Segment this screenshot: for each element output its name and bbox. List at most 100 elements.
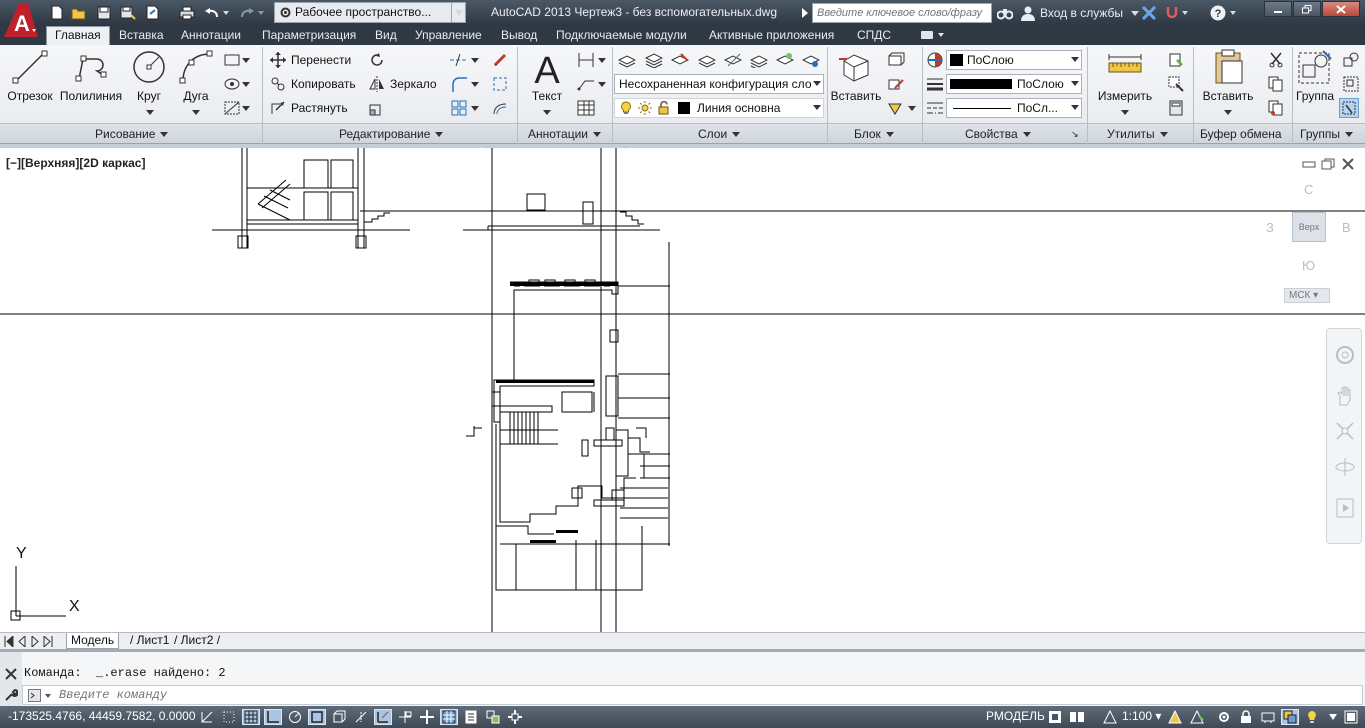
layer-properties-icon[interactable] [617, 50, 637, 70]
annotation-visibility-icon[interactable] [1166, 709, 1184, 725]
lock-ui-icon[interactable] [1237, 709, 1255, 725]
linetype-icon[interactable] [925, 98, 945, 118]
group-edit-icon[interactable] [1341, 74, 1361, 94]
edit-attributes-icon[interactable] [886, 98, 906, 118]
array-dropdown-icon[interactable] [469, 98, 481, 118]
tab-featured-apps[interactable]: Активные приложения [709, 27, 834, 45]
polar-tracking-icon[interactable] [286, 709, 304, 725]
zoom-extents-icon[interactable] [1335, 421, 1355, 444]
text-button[interactable]: A Текст [524, 47, 570, 117]
layout-tab-sheet1[interactable]: / Лист1 [126, 633, 173, 649]
panel-annotation-title[interactable]: Аннотации [528, 126, 601, 142]
paste-button[interactable]: Вставить [1198, 47, 1258, 117]
match-properties-icon[interactable] [925, 50, 945, 70]
object-snap-icon[interactable] [308, 709, 326, 725]
circle-button[interactable]: Круг [126, 47, 172, 117]
tab-plugins[interactable]: Подключаемые модули [556, 27, 687, 45]
first-layout-icon[interactable] [4, 636, 14, 647]
trim-dropdown-icon[interactable] [469, 50, 481, 70]
quick-access-dropdown-icon[interactable] [452, 4, 466, 21]
rotate-icon[interactable] [367, 50, 387, 70]
open-file-icon[interactable] [70, 4, 88, 21]
tab-parametric[interactable]: Параметризация [262, 27, 356, 45]
undo-icon[interactable] [203, 4, 221, 21]
layer-off-icon[interactable] [670, 50, 690, 70]
linetype-select[interactable]: ПоСл... [946, 98, 1082, 118]
panel-block-title[interactable]: Блок [854, 126, 894, 142]
viewport-close-icon[interactable] [1341, 158, 1355, 170]
3d-object-snap-icon[interactable] [330, 709, 348, 725]
array-icon[interactable] [449, 98, 469, 118]
signin-button[interactable]: Вход в службы [1020, 4, 1140, 22]
copy-clip-icon[interactable] [1266, 74, 1286, 94]
tab-manage[interactable]: Управление [415, 27, 482, 45]
tab-output[interactable]: Вывод [501, 27, 537, 45]
attributes-dropdown-icon[interactable] [906, 98, 918, 118]
close-command-line-icon[interactable] [5, 668, 17, 680]
last-layout-icon[interactable] [43, 636, 53, 647]
lineweight-select[interactable]: ПоСлою [946, 74, 1082, 94]
command-input[interactable] [59, 686, 1349, 704]
rectangle-icon[interactable] [222, 50, 242, 70]
viewcube-north[interactable]: С [1304, 182, 1313, 197]
fillet-dropdown-icon[interactable] [469, 74, 481, 94]
create-block-icon[interactable] [886, 50, 906, 70]
scale-icon[interactable] [367, 98, 387, 118]
print-icon[interactable] [178, 4, 196, 21]
viewcube-west[interactable]: З [1266, 220, 1274, 235]
rectangle-dropdown-icon[interactable] [240, 50, 252, 70]
viewport-minimize-icon[interactable] [1302, 158, 1316, 170]
current-layer-select[interactable]: Линия основна [614, 98, 824, 118]
redo-dropdown-icon[interactable] [257, 4, 265, 21]
object-snap-tracking-icon[interactable] [352, 709, 370, 725]
leader-icon[interactable] [576, 74, 596, 94]
erase-icon[interactable] [490, 50, 510, 70]
layer-state-icon[interactable] [644, 50, 664, 70]
gradient-dropdown-icon[interactable] [240, 98, 252, 118]
layer-match-icon[interactable] [775, 50, 795, 70]
restore-icon[interactable] [1293, 1, 1321, 17]
annotation-monitor-icon[interactable] [506, 709, 524, 725]
layer-state-select[interactable]: Несохраненная конфигурация сло [614, 74, 824, 94]
transparency-icon[interactable] [440, 709, 458, 725]
arc-button[interactable]: Дуга [174, 47, 218, 117]
annotation-scale-label[interactable]: 1:100 ▾ [1122, 709, 1161, 723]
snap-mode-icon[interactable] [220, 709, 238, 725]
clean-screen-icon[interactable] [1342, 709, 1360, 725]
quick-select-icon[interactable] [1166, 50, 1186, 70]
trim-icon[interactable] [449, 50, 469, 70]
minimize-icon[interactable] [1264, 1, 1292, 17]
pan-hand-icon[interactable] [1335, 385, 1355, 410]
model-space-label[interactable]: РМОДЕЛЬ [986, 709, 1045, 723]
new-file-icon[interactable] [48, 4, 66, 21]
edit-block-icon[interactable] [886, 74, 906, 94]
annotation-scale-icon[interactable] [1101, 709, 1119, 725]
connect-icon[interactable] [1163, 4, 1181, 21]
select-all-icon[interactable] [1166, 74, 1186, 94]
lineweight-icon[interactable] [925, 74, 945, 94]
tab-spds[interactable]: СПДС [857, 27, 891, 45]
quick-properties-icon[interactable] [462, 709, 480, 725]
line-button[interactable]: Отрезок [4, 47, 56, 105]
layout-tab-model[interactable]: Модель [66, 633, 120, 649]
ortho-mode-icon[interactable] [264, 709, 282, 725]
hardware-acceleration-icon[interactable] [1259, 709, 1277, 725]
quick-view-drawings-icon[interactable] [1068, 709, 1086, 725]
layer-isolate-icon[interactable] [697, 50, 717, 70]
offset-icon[interactable] [490, 98, 510, 118]
viewport-restore-icon[interactable] [1321, 158, 1335, 170]
measure-button[interactable]: Измерить [1094, 47, 1156, 117]
search-expand-icon[interactable] [800, 4, 810, 21]
grid-display-icon[interactable] [242, 709, 260, 725]
panel-draw-title[interactable]: Рисование [95, 126, 169, 142]
auto-scale-icon[interactable] [1188, 709, 1206, 725]
close-icon[interactable] [1322, 1, 1360, 17]
color-select[interactable]: ПоСлою [946, 50, 1082, 70]
gradient-icon[interactable] [222, 98, 242, 118]
exchange-icon[interactable] [1140, 4, 1158, 21]
previous-layout-icon[interactable] [17, 636, 27, 647]
copy-base-icon[interactable] [1266, 98, 1286, 118]
calculator-icon[interactable] [1166, 98, 1186, 118]
tab-insert[interactable]: Вставка [119, 27, 164, 45]
infer-constraints-icon[interactable] [198, 709, 216, 725]
